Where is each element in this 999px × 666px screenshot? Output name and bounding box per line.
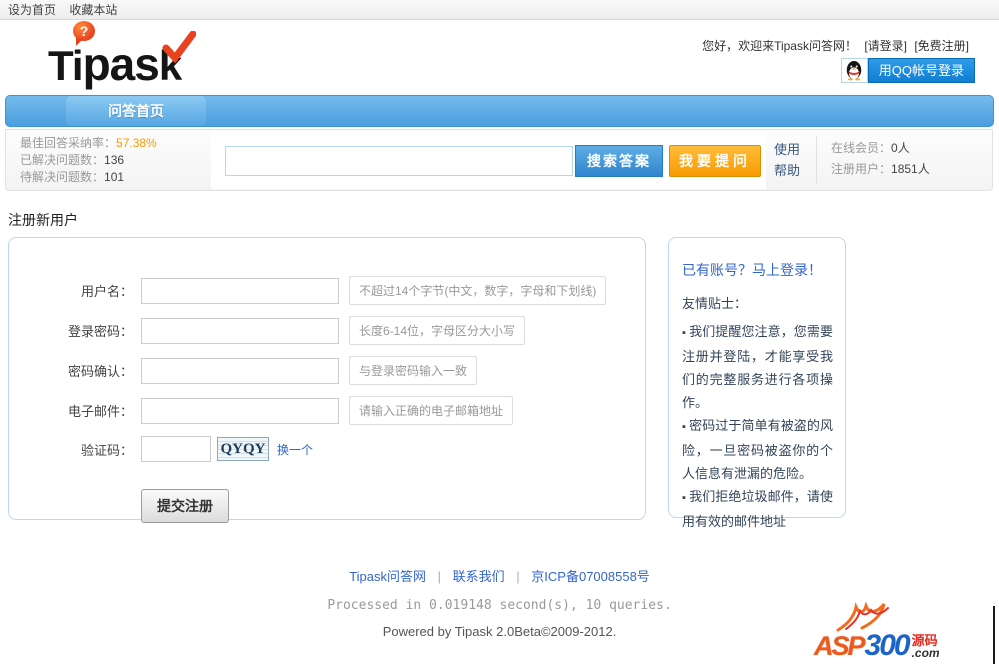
form-row-captcha: 验证码： QYQY 换一个	[9, 436, 645, 462]
header: Tipask ? 您好，欢迎来Tipask问答网！ [请登录] [免费注册] 用…	[0, 21, 999, 93]
search-zone: 搜索答案 我要提问	[211, 132, 766, 189]
watermark-asp: ASP	[814, 631, 866, 661]
password-hint: 长度6-14位，字母区分大小写	[349, 316, 526, 345]
password-field[interactable]	[141, 317, 339, 344]
email-label: 电子邮件：	[67, 404, 133, 419]
footer-separator: |	[437, 569, 442, 584]
password-confirm-hint: 与登录密码输入一致	[349, 356, 478, 385]
help-line2: 帮助	[774, 163, 801, 178]
stat-registered-users: 注册用户：1851人	[831, 159, 930, 180]
welcome-bar: 您好，欢迎来Tipask问答网！ [请登录] [免费注册]	[702, 37, 969, 54]
site-logo[interactable]: Tipask ?	[48, 21, 248, 90]
question-bubble-icon: ?	[73, 21, 95, 46]
password-confirm-field[interactable]	[141, 357, 339, 384]
page: 设为首页 收藏本站 Tipask ? 您好，欢迎来Tipask问答网！ [请登录…	[0, 0, 999, 666]
qq-login-button[interactable]: 用QQ帐号登录	[840, 58, 975, 83]
help-line1: 使用	[774, 142, 801, 157]
footer-separator: |	[516, 569, 520, 584]
username-label: 用户名：	[80, 284, 133, 299]
form-row-password-confirm: 密码确认： 与登录密码输入一致	[9, 356, 645, 385]
set-home-link[interactable]: 设为首页	[8, 3, 56, 17]
stat-value: 101	[104, 170, 125, 184]
stat-label: 在线会员：	[831, 141, 892, 155]
nav-tab-home[interactable]: 问答首页	[66, 96, 206, 126]
captcha-label: 验证码：	[80, 442, 133, 458]
watermark-right: 源码 .com	[911, 634, 940, 660]
stat-value: 57.38%	[116, 136, 157, 150]
logo-part2: pas	[82, 38, 160, 90]
form-row-password: 登录密码： 长度6-14位，字母区分大小写	[9, 316, 645, 345]
stat-value: 1851人	[891, 162, 930, 176]
email-field[interactable]	[141, 397, 339, 424]
welcome-text: 您好，欢迎来Tipask问答网！	[702, 39, 857, 53]
register-link[interactable]: [免费注册]	[914, 39, 969, 53]
footer-links: Tipask问答网 | 联系我们 | 京ICP备07008558号	[0, 566, 999, 585]
member-stats: 在线会员：0人 注册用户：1851人	[831, 138, 930, 180]
page-title: 注册新用户	[8, 212, 78, 228]
main-nav: 问答首页	[5, 95, 994, 127]
tips-title: 友情贴士：	[682, 296, 748, 311]
watermark-text: ASP 300 源码 .com	[814, 629, 940, 662]
qq-login-label: 用QQ帐号登录	[867, 58, 975, 83]
side-panel: 已有账号？马上登录！ 友情贴士： 我们提醒您注意，您需要注册并登陆，才能享受我们…	[668, 237, 846, 529]
side-login-link[interactable]: 已有账号？马上登录！	[682, 260, 822, 280]
logo-check-icon	[160, 30, 197, 68]
registration-form: 用户名： 不超过14个字节(中文，数字，字母和下划线) 登录密码： 长度6-14…	[8, 237, 646, 523]
footer-link-home[interactable]: Tipask问答网	[349, 569, 426, 584]
stat-label: 注册用户：	[831, 162, 892, 176]
stat-label: 待解决问题数：	[20, 170, 105, 184]
stats-search-bar: 最佳回答采纳率：57.38% 已解决问题数：136 待解决问题数：101 搜索答…	[5, 129, 993, 191]
watermark-com: .com	[911, 646, 940, 660]
stat-value: 0人	[891, 141, 910, 155]
email-hint: 请输入正确的电子邮箱地址	[349, 396, 514, 425]
stat-label: 已解决问题数：	[20, 153, 105, 167]
stat-online-members: 在线会员：0人	[831, 138, 930, 159]
add-favorite-link[interactable]: 收藏本站	[69, 3, 117, 17]
username-hint: 不超过14个字节(中文，数字，字母和下划线)	[349, 276, 607, 305]
login-link[interactable]: [请登录]	[864, 39, 907, 53]
search-answers-button[interactable]: 搜索答案	[575, 144, 663, 177]
watermark-300: 300	[864, 629, 911, 662]
watermark-edge-line	[993, 606, 995, 664]
submit-register-button[interactable]: 提交注册	[141, 489, 229, 523]
tip-item: 我们拒绝垃圾邮件，请使用有效的邮件地址	[682, 485, 833, 533]
captcha-field[interactable]	[141, 436, 211, 462]
vertical-divider	[816, 136, 817, 184]
search-input[interactable]	[225, 145, 573, 176]
footer-link-icp[interactable]: 京ICP备07008558号	[531, 569, 650, 584]
tip-item: 密码过于简单有被盗的风险，一旦密码被盗你的个人信息有泄漏的危险。	[682, 414, 833, 485]
site-stats: 最佳回答采纳率：57.38% 已解决问题数：136 待解决问题数：101	[20, 135, 157, 186]
tip-item: 我们提醒您注意，您需要注册并登陆，才能享受我们的完整服务进行各项操作。	[682, 320, 833, 414]
logo-part1: Ti	[48, 42, 84, 89]
qq-penguin-icon	[840, 58, 868, 83]
captcha-refresh-link[interactable]: 换一个	[277, 441, 313, 458]
topbar: 设为首页 收藏本站	[0, 0, 999, 20]
password-label: 登录密码：	[67, 324, 133, 339]
help-link[interactable]: 使用 帮助	[774, 139, 804, 181]
stat-pending-count: 待解决问题数：101	[20, 169, 157, 186]
username-field[interactable]	[141, 277, 339, 304]
stat-solved-count: 已解决问题数：136	[20, 152, 157, 169]
captcha-image[interactable]: QYQY	[217, 437, 269, 461]
footer-link-contact[interactable]: 联系我们	[453, 569, 505, 584]
password-confirm-label: 密码确认：	[67, 364, 133, 379]
asp300-watermark-logo: ASP 300 源码 .com	[814, 601, 995, 666]
form-row-email: 电子邮件： 请输入正确的电子邮箱地址	[9, 396, 645, 425]
stat-best-answer-rate: 最佳回答采纳率：57.38%	[20, 135, 157, 152]
ask-question-button[interactable]: 我要提问	[669, 144, 761, 177]
stat-value: 136	[104, 153, 125, 167]
form-row-username: 用户名： 不超过14个字节(中文，数字，字母和下划线)	[9, 276, 645, 305]
stat-label: 最佳回答采纳率：	[20, 136, 117, 150]
